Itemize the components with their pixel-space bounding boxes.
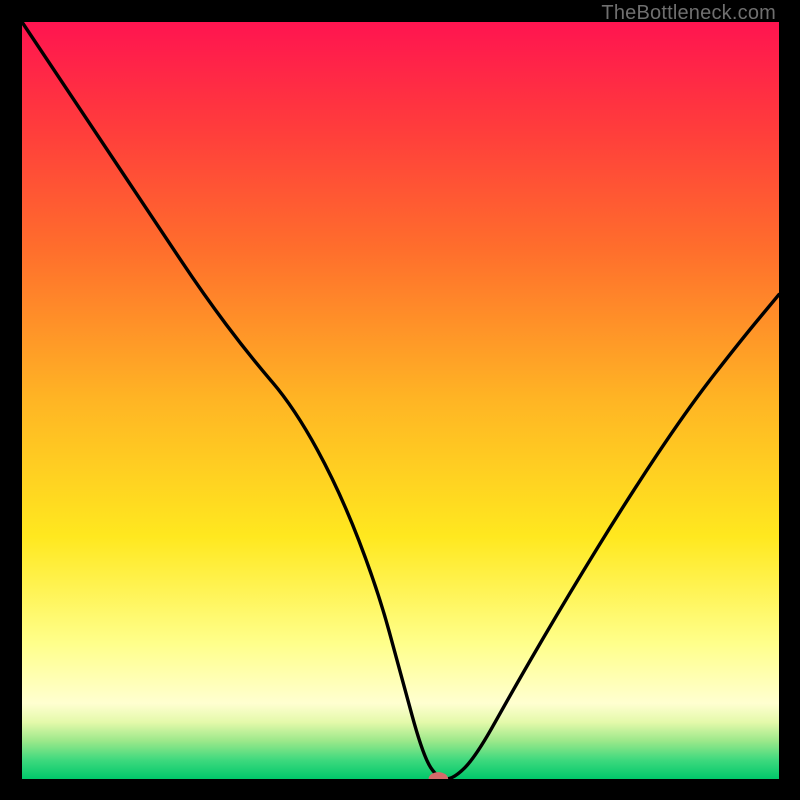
plot-area xyxy=(22,22,779,779)
chart-frame: TheBottleneck.com xyxy=(0,0,800,800)
background-gradient xyxy=(22,22,779,779)
